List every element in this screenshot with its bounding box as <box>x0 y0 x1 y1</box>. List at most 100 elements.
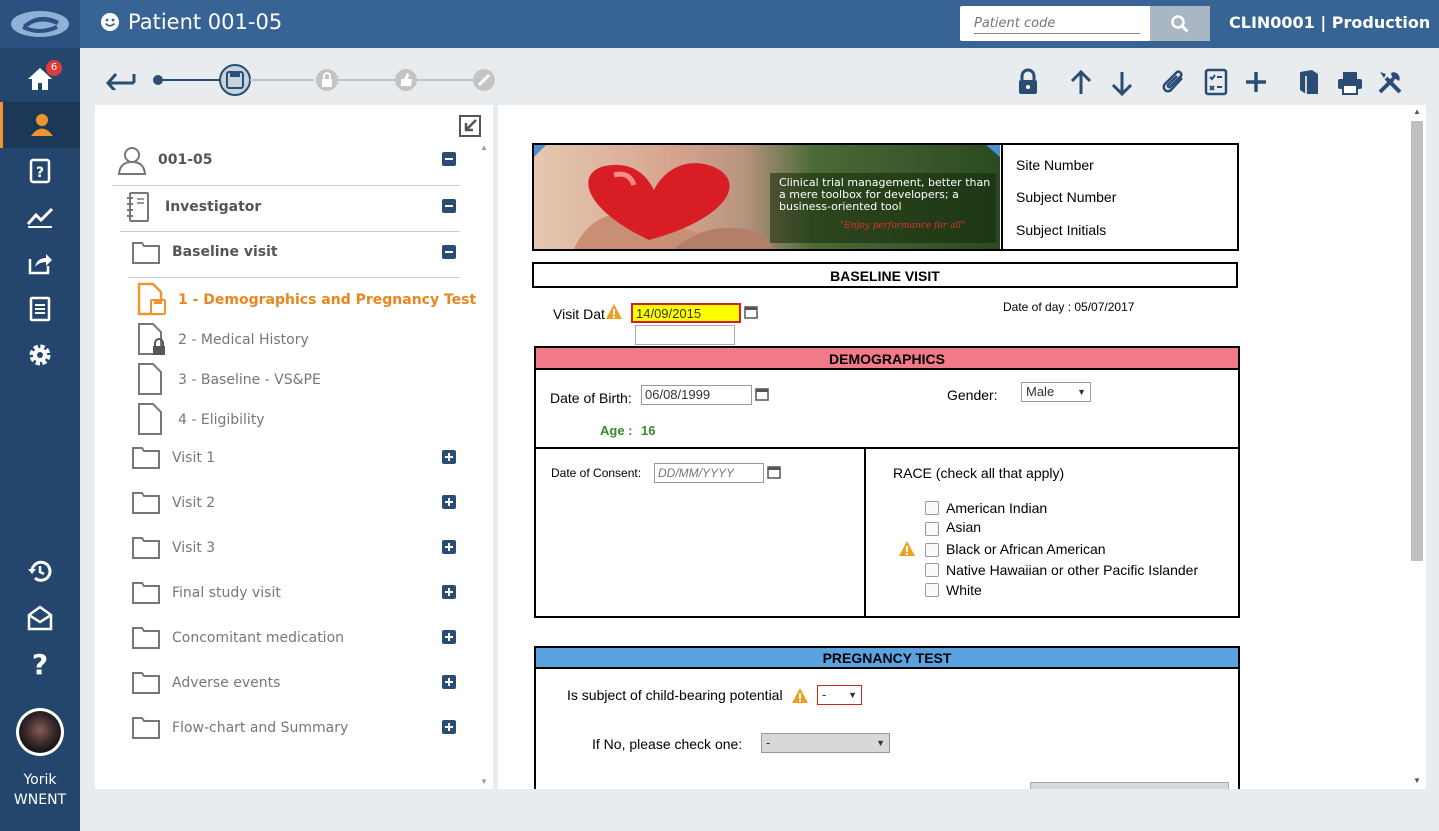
lock-icon[interactable] <box>1017 68 1039 96</box>
calendar-icon[interactable] <box>767 465 781 479</box>
collapse-patient-button[interactable] <box>442 152 456 166</box>
settings-nav[interactable] <box>0 332 80 378</box>
app-logo[interactable] <box>0 0 80 48</box>
user-first-name: Yorik <box>23 772 57 788</box>
arrow-down-icon[interactable] <box>1111 70 1133 96</box>
documents-nav[interactable] <box>0 286 80 332</box>
partial-field <box>1030 782 1229 789</box>
tree-folder-adverse-events[interactable]: Adverse events <box>95 660 475 704</box>
arrow-up-icon[interactable] <box>1070 70 1092 96</box>
messages-nav[interactable] <box>0 595 80 641</box>
subject-initials-label: Subject Initials <box>1016 222 1107 238</box>
banner-slogan: "Enjoy performance for all" <box>840 221 966 231</box>
tree-form-label: 3 - Baseline - VS&PE <box>178 372 321 388</box>
tree-form-1[interactable]: 1 - Demographics and Pregnancy Test <box>95 280 476 324</box>
search-button[interactable] <box>1150 6 1210 41</box>
statistics-nav[interactable] <box>0 194 80 240</box>
collapse-panel-icon[interactable] <box>459 115 481 137</box>
expand-folder-button[interactable] <box>442 450 456 464</box>
environment-label: CLIN0001 | Production <box>1229 13 1431 32</box>
calendar-icon[interactable] <box>755 387 769 401</box>
warning-icon[interactable] <box>898 540 916 557</box>
date-of-day: Date of day : 05/07/2017 <box>1003 300 1135 314</box>
tools-icon[interactable] <box>1376 68 1404 96</box>
child-bearing-select[interactable]: - <box>817 685 862 705</box>
tree-folder-label: Final study visit <box>172 585 281 601</box>
folder-icon <box>132 447 160 469</box>
visit-date-input[interactable]: 14/09/2015 <box>631 303 741 323</box>
race-checkbox[interactable] <box>925 501 939 515</box>
user-icon <box>30 114 53 136</box>
queries-nav[interactable]: ? <box>0 148 80 194</box>
race-checkbox[interactable] <box>925 543 939 557</box>
patients-nav[interactable] <box>0 102 80 148</box>
consent-date-input[interactable] <box>654 463 764 483</box>
warning-icon[interactable] <box>605 303 623 320</box>
history-icon <box>28 560 52 582</box>
dob-label: Date of Birth: <box>550 390 632 406</box>
form-scrollbar[interactable]: ▲ ▼ <box>1410 105 1424 789</box>
if-no-select[interactable]: - <box>761 733 890 753</box>
workflow-toolbar <box>80 48 1439 103</box>
race-checkbox[interactable] <box>925 563 939 577</box>
tree-role[interactable]: Investigator <box>95 185 475 229</box>
race-checkbox[interactable] <box>925 522 939 536</box>
avatar[interactable] <box>16 708 64 756</box>
tree-form-3[interactable]: 3 - Baseline - VS&PE <box>95 360 475 404</box>
visit-date-subfield[interactable] <box>635 325 735 345</box>
help-nav[interactable]: ? <box>0 641 80 687</box>
tree-folder-final-study-visit[interactable]: Final study visit <box>95 570 475 614</box>
tree-scrollbar[interactable]: ▲ ▼ <box>478 141 490 789</box>
history-nav[interactable] <box>0 548 80 594</box>
warning-icon[interactable] <box>791 687 809 704</box>
search-input[interactable] <box>974 14 1140 34</box>
consent-label: Date of Consent: <box>551 466 642 480</box>
site-number-label: Site Number <box>1016 157 1094 173</box>
folder-icon <box>132 492 160 514</box>
tree-folder-visit-3[interactable]: Visit 3 <box>95 525 475 569</box>
document-icon <box>29 296 51 322</box>
checklist-icon[interactable] <box>1204 68 1228 96</box>
folder-icon <box>132 627 160 649</box>
expand-folder-button[interactable] <box>442 495 456 509</box>
scrollbar-thumb[interactable] <box>1411 121 1423 561</box>
folder-icon <box>132 717 160 739</box>
expand-folder-button[interactable] <box>442 720 456 734</box>
workflow-steps <box>153 64 495 96</box>
expand-folder-button[interactable] <box>442 675 456 689</box>
print-icon[interactable] <box>1336 70 1364 96</box>
tree-visit-baseline[interactable]: Baseline visit <box>95 231 475 275</box>
tree-patient-label: 001-05 <box>158 152 213 168</box>
notification-badge: 6 <box>46 60 62 76</box>
paperclip-icon[interactable] <box>1162 68 1188 96</box>
gender-select[interactable]: Male <box>1021 382 1091 402</box>
book-icon[interactable] <box>1297 68 1321 96</box>
tree-patient[interactable]: 001-05 <box>95 139 475 183</box>
race-option: Black or African American <box>946 541 1106 557</box>
back-arrow-icon[interactable] <box>104 66 136 90</box>
divider <box>536 447 1238 449</box>
expand-folder-button[interactable] <box>442 630 456 644</box>
tree-form-2[interactable]: 2 - Medical History <box>95 320 475 364</box>
left-navigation-rail: 6 ? ? Yorik WNENT <box>0 0 80 831</box>
age-label: Age : <box>600 423 633 438</box>
race-checkbox[interactable] <box>925 583 939 597</box>
dob-input[interactable]: 06/08/1999 <box>641 385 752 405</box>
export-nav[interactable] <box>0 240 80 286</box>
tree-folder-concomitant-medication[interactable]: Concomitant medication <box>95 615 475 659</box>
collapse-role-button[interactable] <box>442 199 456 213</box>
race-label: RACE (check all that apply) <box>893 465 1065 481</box>
expand-folder-button[interactable] <box>442 540 456 554</box>
calendar-icon[interactable] <box>744 305 758 319</box>
tree-folder-visit-1[interactable]: Visit 1 <box>95 435 475 479</box>
child-bearing-label: Is subject of child-bearing potential <box>567 687 783 703</box>
collapse-visit-button[interactable] <box>442 245 456 259</box>
plus-icon[interactable] <box>1244 70 1268 94</box>
expand-folder-button[interactable] <box>442 585 456 599</box>
folder-icon <box>132 582 160 604</box>
tree-folder-flow-chart[interactable]: Flow-chart and Summary <box>95 705 475 749</box>
patient-search <box>960 6 1210 41</box>
tree-folder-visit-2[interactable]: Visit 2 <box>95 480 475 524</box>
gear-icon <box>29 344 51 366</box>
home-nav[interactable]: 6 <box>0 56 80 102</box>
